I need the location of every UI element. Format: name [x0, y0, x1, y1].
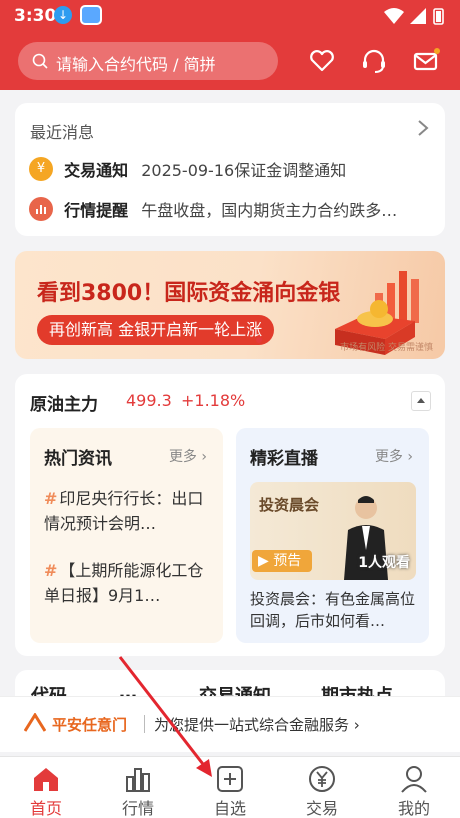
hot-news-item[interactable]: # 【上期所能源化工仓单日报】9月1… [44, 558, 214, 608]
banner-headline: 看到3800！国际资金涌向金银 [37, 281, 341, 306]
search-icon [32, 53, 48, 69]
banner-pill: 再创新高 金银开启新一轮上涨 [37, 315, 275, 345]
recent-news-card: 最近消息 ¥ 交易通知 2025-09-16保证金调整通知 行情提醒 午盘收盘，… [15, 103, 445, 236]
tab-trade[interactable]: 交易 [276, 757, 368, 818]
chart-alert-icon [29, 197, 53, 221]
promo-message: 为您提供一站式综合金融服务 › [154, 716, 360, 734]
news-item-label: 交易通知 [64, 161, 129, 180]
collapse-toggle[interactable] [411, 391, 431, 411]
status-bar: 3:30 ↓ [0, 0, 460, 32]
status-time: 3:30 [14, 6, 57, 26]
contract-name[interactable]: 原油主力 [30, 390, 98, 415]
tab-me[interactable]: 我的 [368, 757, 460, 818]
battery-wifi-icons [384, 8, 444, 25]
brand-logo-icon [24, 713, 46, 732]
bottom-tab-bar: 首页 行情 自选 交易 我的 [0, 756, 460, 818]
promo-banner[interactable]: 看到3800！国际资金涌向金银 再创新高 金银开启新一轮上涨 市场有风险 交易需… [15, 251, 445, 359]
tab-label: 我的 [397, 799, 430, 818]
bar-chart-icon [126, 768, 150, 792]
hot-news-title: 热门资讯 [44, 449, 112, 469]
hash-icon: # [44, 561, 58, 580]
customer-service-icon[interactable] [360, 47, 388, 75]
viewer-count: 1人观看 [358, 555, 410, 571]
live-stream-title: 精彩直播 [250, 449, 318, 469]
search-placeholder: 请输入合约代码 / 简拼 [56, 55, 216, 74]
yuan-icon: ¥ [29, 157, 53, 181]
tab-label: 交易 [305, 799, 338, 818]
live-stream-description[interactable]: 投资晨会：有色金属高位回调，后市如何看… [250, 588, 420, 632]
risk-disclaimer: 市场有风险 交易需谨慎 [340, 343, 433, 353]
tab-quotes[interactable]: 行情 [92, 757, 184, 818]
live-stream-thumbnail[interactable]: 投资晨会 ▶ 预告 1人观看 [250, 482, 416, 580]
favorite-heart-icon[interactable] [308, 47, 336, 75]
hot-news-item[interactable]: # 印尼央行行长：出口情况预计会明… [44, 486, 214, 536]
contract-change: +1.18% [181, 391, 246, 410]
promo-strip[interactable]: 平安任意门 为您提供一站式综合金融服务 › [0, 696, 460, 752]
user-icon [401, 766, 427, 793]
promo-brand: 平安任意门 [52, 716, 128, 734]
market-card: 原油主力 499.3 +1.18% 热门资讯 更多 › # 印尼央行行长：出口情况… [15, 374, 445, 656]
caret-up-icon [417, 398, 425, 403]
preview-badge: ▶ 预告 [252, 550, 312, 572]
news-item-label: 行情提醒 [64, 201, 129, 220]
tab-watchlist[interactable]: 自选 [184, 757, 276, 818]
tab-label: 行情 [121, 799, 154, 818]
mail-icon[interactable] [412, 47, 440, 75]
news-item-trade-notice[interactable]: ¥ 交易通知 2025-09-16保证金调整通知 [29, 157, 439, 183]
app-notification-icon [80, 5, 102, 25]
live-stream-more-link[interactable]: 更多 › [375, 446, 413, 466]
chevron-right-icon[interactable] [417, 119, 429, 137]
divider [144, 715, 145, 733]
hash-icon: # [44, 489, 58, 508]
carousel-indicator [256, 337, 262, 343]
news-item-text: 午盘收盘，国内期货主力合约跌多… [141, 201, 398, 220]
news-item-market-alert[interactable]: 行情提醒 午盘收盘，国内期货主力合约跌多… [29, 197, 439, 223]
hot-news-more-link[interactable]: 更多 › [169, 446, 207, 466]
thumbnail-title: 投资晨会 [259, 496, 320, 514]
add-square-icon [217, 766, 243, 792]
tab-home[interactable]: 首页 [0, 757, 92, 818]
recent-news-title: 最近消息 [30, 123, 95, 142]
yuan-circle-icon [309, 766, 335, 792]
download-icon: ↓ [54, 6, 72, 24]
live-stream-panel: 精彩直播 更多 › 投资晨会 ▶ 预告 1人观看 投资晨会：有色金属高位回调，后… [236, 428, 429, 643]
news-item-text: 2025-09-16保证金调整通知 [141, 161, 347, 180]
contract-price: 499.3 [126, 391, 172, 410]
search-input[interactable]: 请输入合约代码 / 简拼 [18, 42, 278, 80]
tab-label: 自选 [213, 799, 246, 818]
tab-label: 首页 [29, 799, 62, 818]
app-header: 3:30 ↓ 请输入合约代码 / 简拼 [0, 0, 460, 90]
hot-news-panel: 热门资讯 更多 › # 印尼央行行长：出口情况预计会明… # 【上期所能源化工仓单日… [30, 428, 223, 643]
home-icon [34, 768, 58, 791]
